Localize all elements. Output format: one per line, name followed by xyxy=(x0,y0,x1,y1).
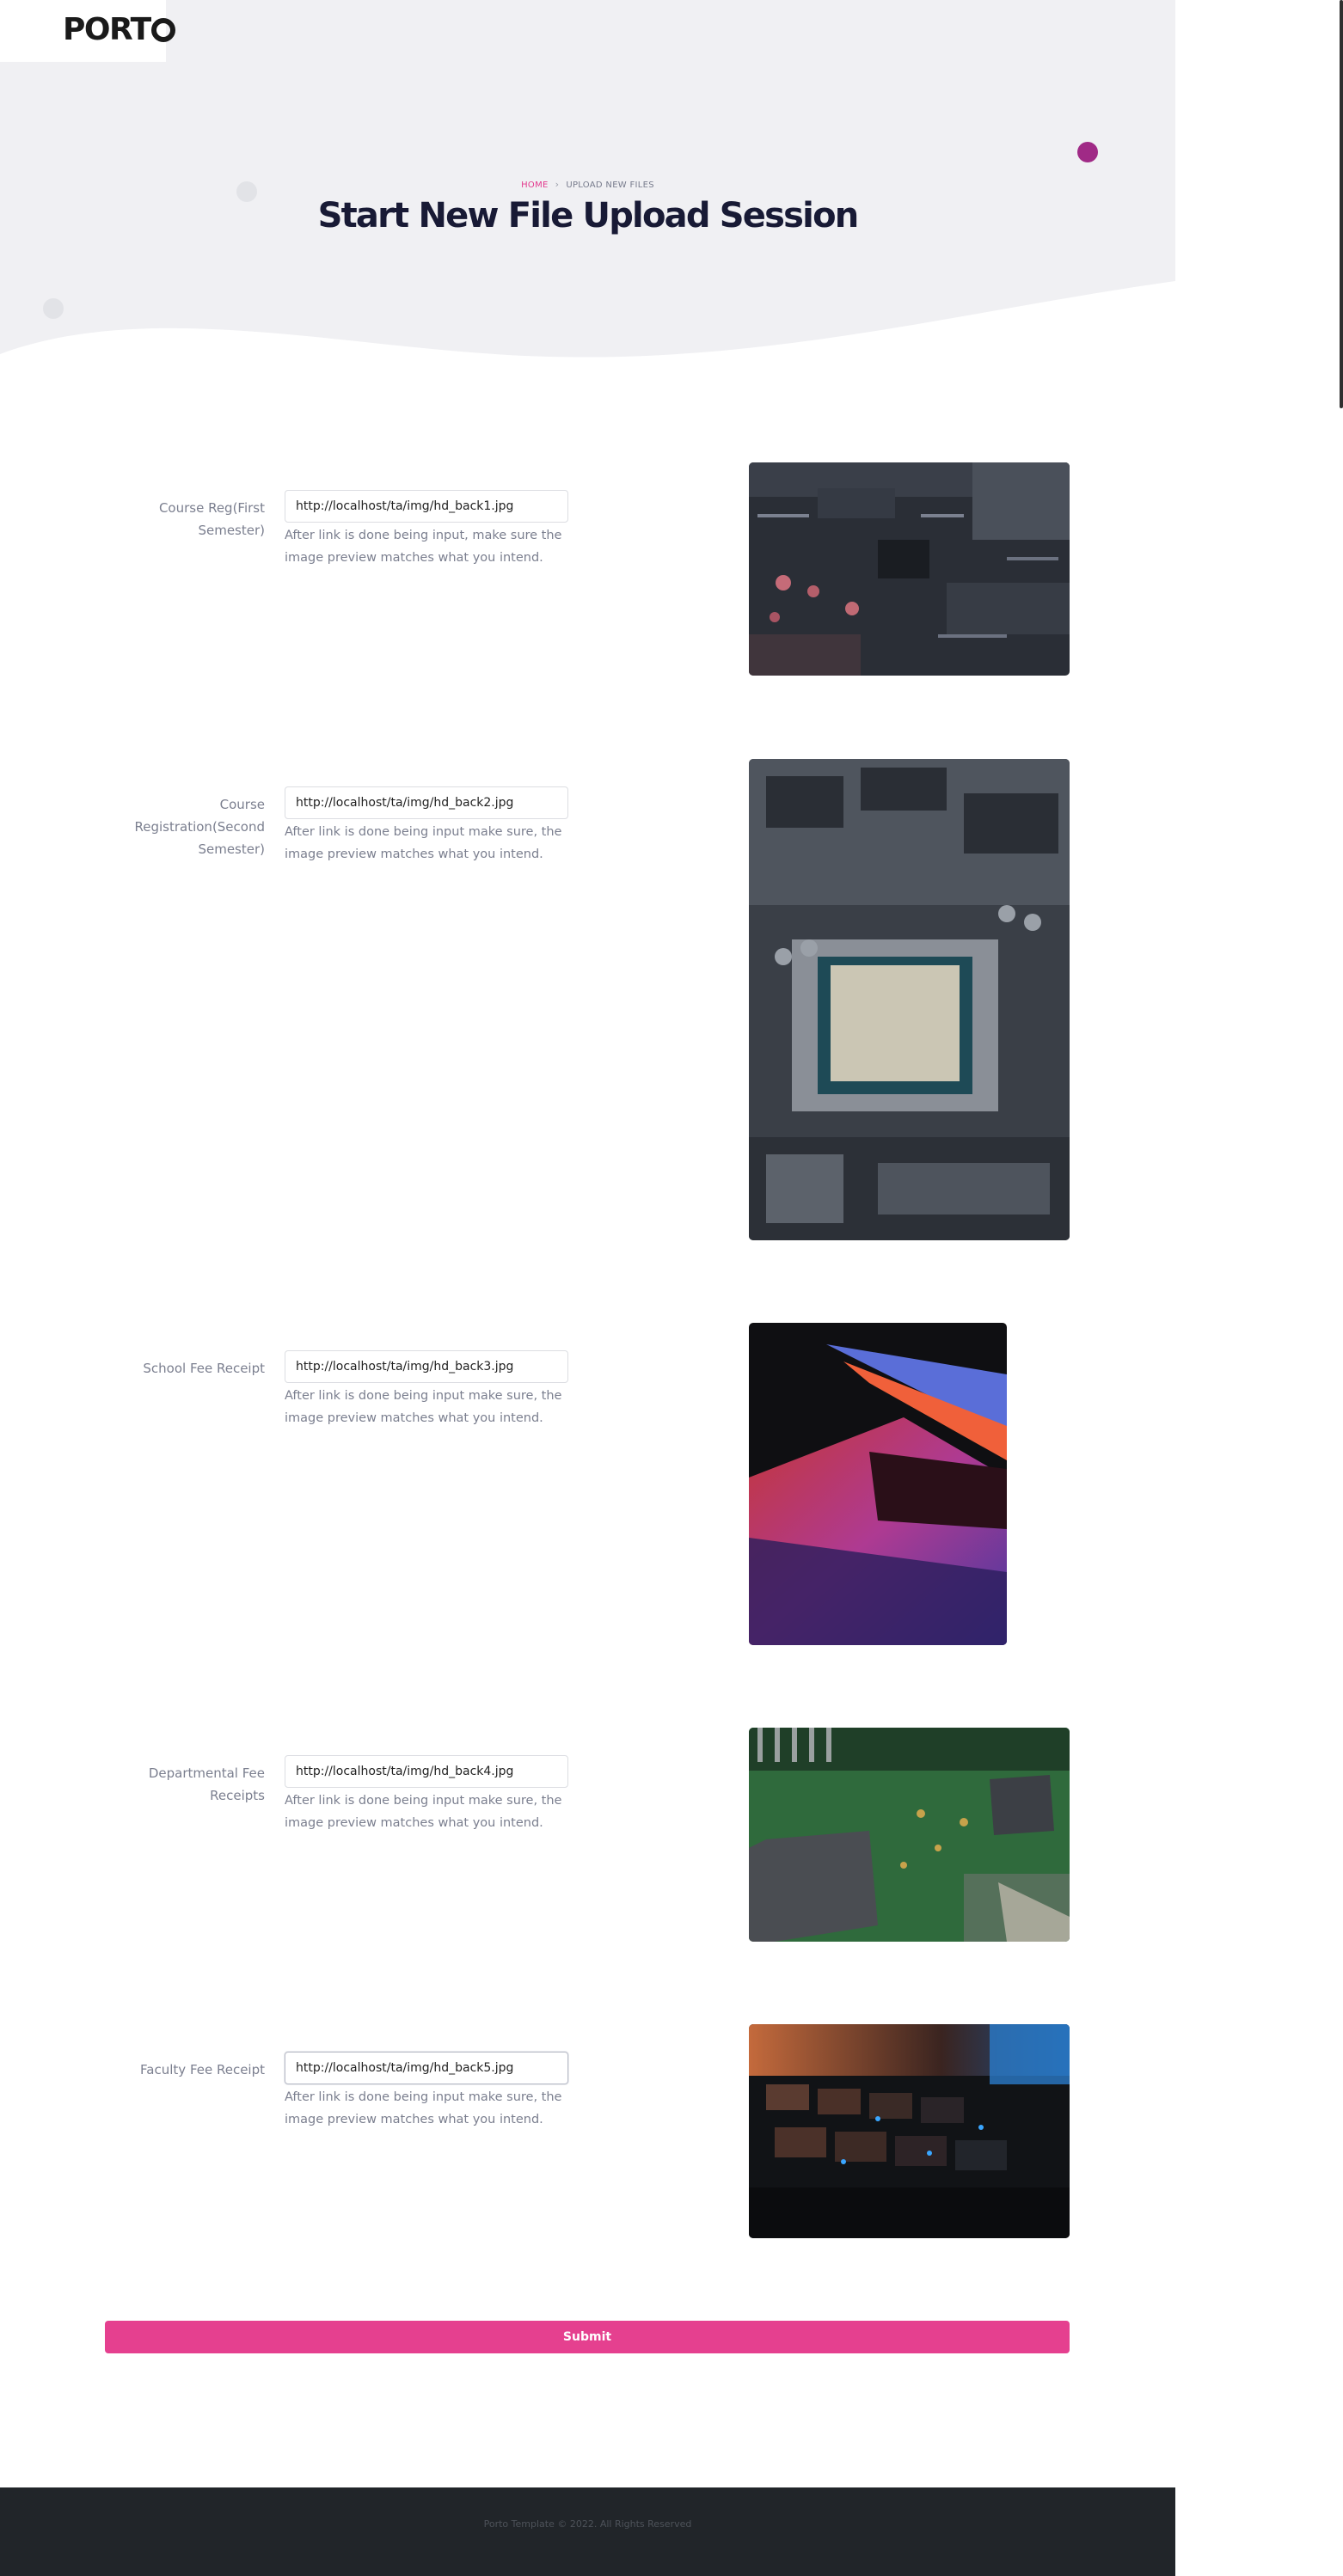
upload-label-course-reg-second: Course Registration(Second Semester) xyxy=(134,797,265,857)
upload-url-input-course-reg-first[interactable] xyxy=(285,490,568,523)
upload-help-text: After link is done being input, make sur… xyxy=(285,529,562,565)
image-preview-departmental-fee xyxy=(749,1728,1070,1942)
upload-url-input-departmental-fee[interactable] xyxy=(285,1755,568,1788)
scrollbar-thumb[interactable] xyxy=(1340,0,1343,408)
chevron-right-icon: › xyxy=(555,179,560,190)
page-title: Start New File Upload Session xyxy=(317,196,860,236)
logo-o-mark xyxy=(150,18,175,42)
submit-button[interactable]: Submit xyxy=(105,2321,1070,2353)
upload-label-departmental-fee: Departmental Fee Receipts xyxy=(148,1765,265,1803)
upload-url-input-faculty-fee[interactable] xyxy=(285,2052,568,2084)
breadcrumb-current: UPLOAD NEW FILES xyxy=(566,181,654,190)
upload-url-input-course-reg-second[interactable] xyxy=(285,786,568,819)
upload-help-text: After link is done being input make sure… xyxy=(285,1794,562,1830)
upload-help-text: After link is done being input make sure… xyxy=(285,2090,562,2126)
header-wave xyxy=(0,281,1175,370)
breadcrumb: HOME › UPLOAD NEW FILES xyxy=(0,179,1175,190)
breadcrumb-home-link[interactable]: HOME xyxy=(521,181,549,190)
upload-label-course-reg-first: Course Reg(First Semester) xyxy=(158,500,265,538)
decor-dot-accent xyxy=(1077,142,1098,162)
footer: Porto Template © 2022. All Rights Reserv… xyxy=(0,2487,1175,2576)
upload-help-text: After link is done being input make sure… xyxy=(285,1389,562,1425)
image-preview-course-reg-first xyxy=(749,462,1070,676)
upload-label-faculty-fee: Faculty Fee Receipt xyxy=(140,2062,265,2077)
upload-url-input-school-fee[interactable] xyxy=(285,1350,568,1383)
logo[interactable]: PORT xyxy=(0,0,175,62)
footer-copyright: Porto Template © 2022. All Rights Reserv… xyxy=(483,2518,692,2530)
page-scrollbar[interactable] xyxy=(1338,0,1343,2576)
upload-label-school-fee: School Fee Receipt xyxy=(143,1361,265,1376)
page-header: PORT HOME › UPLOAD NEW FILES Start New Fil… xyxy=(0,0,1175,370)
image-preview-course-reg-second xyxy=(749,759,1070,1240)
upload-help-text: After link is done being input make sure… xyxy=(285,825,562,861)
image-preview-faculty-fee xyxy=(749,2024,1070,2238)
page: PORT HOME › UPLOAD NEW FILES Start New Fil… xyxy=(0,0,1175,2576)
image-preview-school-fee xyxy=(749,1323,1007,1645)
logo-text: PORT xyxy=(63,12,151,47)
